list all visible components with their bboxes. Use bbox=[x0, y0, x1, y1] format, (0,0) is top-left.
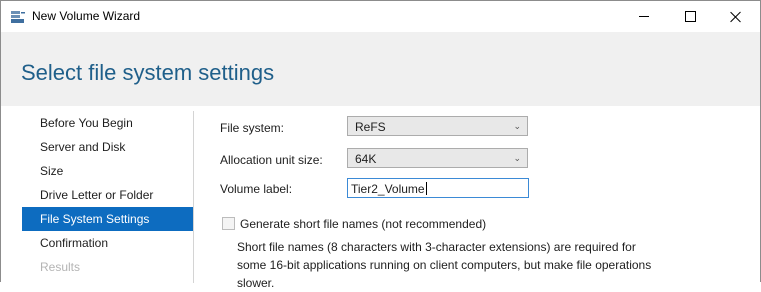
disk-volume-icon bbox=[11, 11, 25, 23]
volume-label-label: Volume label: bbox=[220, 182, 293, 196]
chevron-down-icon: ⌄ bbox=[513, 121, 521, 131]
wizard-window: New Volume Wizard Select file system set… bbox=[0, 0, 761, 290]
volume-label-value: Tier2_Volume bbox=[351, 182, 427, 196]
nav-item-file-system-settings[interactable]: File System Settings bbox=[22, 207, 193, 231]
file-system-value: ReFS bbox=[355, 120, 386, 134]
nav-item-before-you-begin[interactable]: Before You Begin bbox=[22, 111, 193, 135]
short-file-names-label[interactable]: Generate short file names (not recommend… bbox=[240, 217, 486, 231]
close-icon bbox=[730, 11, 742, 23]
short-file-names-checkbox[interactable] bbox=[222, 217, 235, 230]
minimize-icon bbox=[639, 16, 649, 17]
wizard-steps-nav: Before You Begin Server and Disk Size Dr… bbox=[22, 111, 193, 279]
page-title: Select file system settings bbox=[21, 60, 275, 85]
nav-item-server-and-disk[interactable]: Server and Disk bbox=[22, 135, 193, 159]
window-title: New Volume Wizard bbox=[32, 9, 141, 23]
title-bar[interactable]: New Volume Wizard bbox=[1, 1, 760, 32]
file-system-select[interactable]: ReFS ⌄ bbox=[347, 116, 528, 136]
close-button[interactable] bbox=[713, 1, 759, 32]
maximize-button[interactable] bbox=[667, 1, 713, 32]
text-caret bbox=[425, 182, 427, 195]
nav-item-size[interactable]: Size bbox=[22, 159, 193, 183]
page-header: Select file system settings bbox=[1, 32, 760, 106]
nav-divider bbox=[193, 111, 194, 283]
allocation-unit-select[interactable]: 64K ⌄ bbox=[347, 148, 528, 168]
minimize-button[interactable] bbox=[621, 1, 667, 32]
file-system-label: File system: bbox=[220, 121, 285, 135]
nav-item-results: Results bbox=[40, 260, 81, 274]
nav-item-confirmation[interactable]: Confirmation bbox=[22, 231, 193, 255]
volume-label-input[interactable]: Tier2_Volume bbox=[347, 178, 529, 198]
allocation-unit-label: Allocation unit size: bbox=[220, 153, 323, 167]
chevron-down-icon: ⌄ bbox=[513, 153, 521, 163]
nav-item-drive-letter-or-folder[interactable]: Drive Letter or Folder bbox=[22, 183, 193, 207]
short-file-names-description: Short file names (8 characters with 3-ch… bbox=[237, 240, 652, 290]
maximize-icon bbox=[684, 11, 696, 22]
allocation-unit-value: 64K bbox=[355, 152, 377, 166]
